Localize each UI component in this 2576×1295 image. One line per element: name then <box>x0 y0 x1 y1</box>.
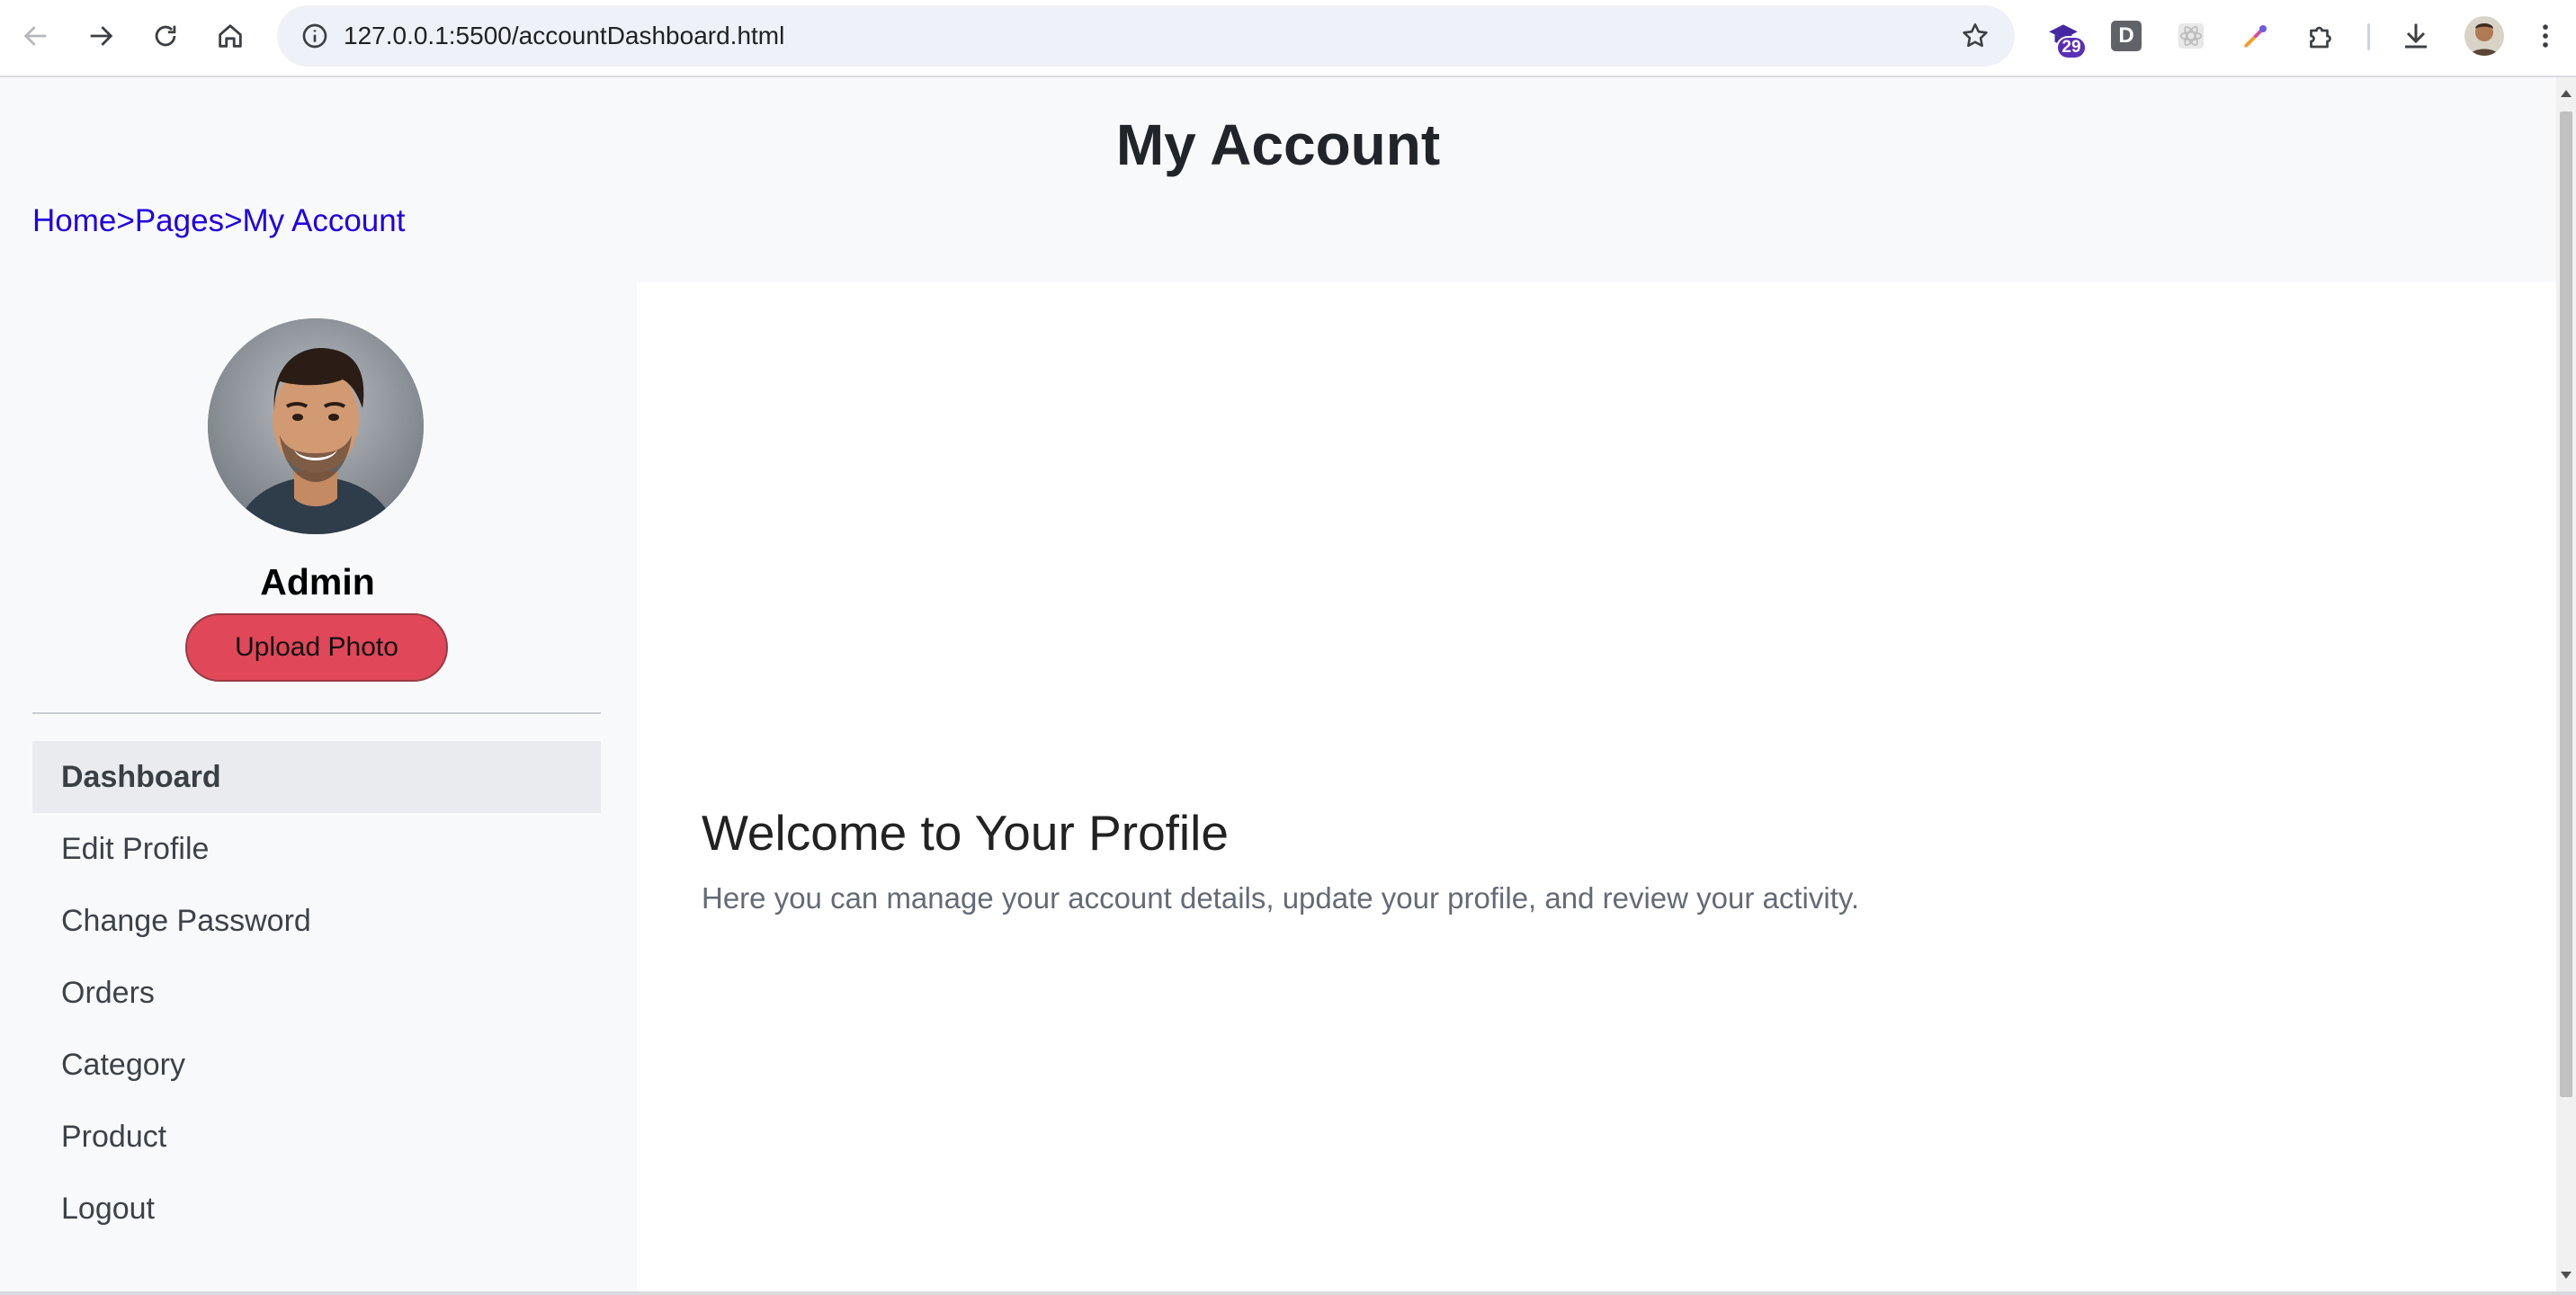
puzzle-icon[interactable] <box>2301 16 2340 56</box>
page-title: My Account <box>1115 112 1441 177</box>
menu-item-category[interactable]: Category <box>32 1029 601 1101</box>
eyedropper-icon[interactable] <box>2236 16 2276 56</box>
scroll-up-arrow-icon[interactable] <box>2561 90 2572 97</box>
breadcrumb-pages-link[interactable]: Pages <box>135 203 224 238</box>
extension-d-icon[interactable]: D <box>2106 16 2146 56</box>
breadcrumb-separator: > <box>116 203 135 238</box>
menu-item-orders[interactable]: Orders <box>32 957 601 1029</box>
extension-badge: 29 <box>2056 36 2087 59</box>
welcome-description: Here you can manage your account details… <box>702 881 1860 915</box>
breadcrumb-current[interactable]: My Account <box>243 203 406 238</box>
browser-toolbar: 127.0.0.1:5500/accountDashboard.html 29 … <box>0 0 2576 77</box>
breadcrumb-home-link[interactable]: Home <box>32 203 116 238</box>
info-icon[interactable] <box>295 16 335 56</box>
atom-icon[interactable] <box>2171 16 2211 56</box>
menu-item-product[interactable]: Product <box>32 1101 601 1173</box>
welcome-heading: Welcome to Your Profile <box>702 805 1229 861</box>
home-icon[interactable] <box>210 16 250 56</box>
menu-item-change-password[interactable]: Change Password <box>32 885 601 957</box>
breadcrumb-separator: > <box>224 203 243 238</box>
sidebar-divider <box>32 712 601 714</box>
account-sidebar: Admin Upload Photo Dashboard Edit Profil… <box>0 282 635 1295</box>
download-icon[interactable] <box>2396 16 2436 56</box>
upload-photo-button[interactable]: Upload Photo <box>185 613 448 682</box>
reload-icon[interactable] <box>146 16 185 56</box>
toolbar-separator <box>2367 23 2370 50</box>
main-content: Welcome to Your Profile Here you can man… <box>637 282 2556 1295</box>
back-icon[interactable] <box>16 16 56 56</box>
scroll-down-arrow-icon[interactable] <box>2561 1272 2572 1279</box>
browser-profile-avatar[interactable] <box>2464 16 2504 56</box>
breadcrumb: Home>Pages>My Account <box>32 203 405 239</box>
url-text[interactable]: 127.0.0.1:5500/accountDashboard.html <box>344 22 784 50</box>
scrollbar-thumb[interactable] <box>2560 112 2572 1097</box>
extension-d-label: D <box>2111 21 2142 51</box>
forward-icon[interactable] <box>81 16 121 56</box>
kebab-menu-icon[interactable] <box>2526 16 2565 56</box>
avatar <box>208 318 424 534</box>
menu-item-edit-profile[interactable]: Edit Profile <box>32 813 601 885</box>
account-menu: Dashboard Edit Profile Change Password O… <box>32 741 601 1245</box>
page: My Account Home>Pages>My Account Admin U… <box>0 77 2556 1295</box>
star-icon[interactable] <box>1955 16 1995 56</box>
address-bar[interactable]: 127.0.0.1:5500/accountDashboard.html <box>277 5 2015 67</box>
window-bottom-edge <box>0 1291 2576 1295</box>
menu-item-dashboard[interactable]: Dashboard <box>32 741 601 813</box>
user-name: Admin <box>260 561 375 603</box>
menu-item-logout[interactable]: Logout <box>32 1173 601 1245</box>
